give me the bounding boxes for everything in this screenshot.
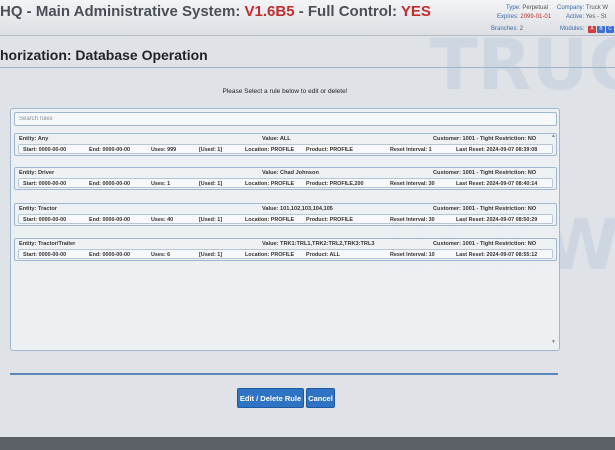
divider [10,373,558,375]
rule-location: Location: PROFILE [245,252,295,258]
bottom-strip [0,437,615,450]
rule-uses: Uses: 6 [151,252,171,258]
rule-start: Start: 0000-00-00 [23,147,67,153]
rule-start: Start: 0000-00-00 [23,252,67,258]
rule-reset: Reset Interval: 30 [390,217,435,223]
rule-end: End: 0000-00-00 [89,147,131,153]
scroll-up-icon[interactable]: ▲ [551,133,556,139]
rule-reset: Reset Interval: 10 [390,252,435,258]
module-badge: B [597,26,605,33]
instruction-text: Please Select a rule below to edit or de… [222,88,348,95]
rule-header: Entity: Tractor Value: 101,102,103,104,10… [15,206,556,214]
rule-used: [Used: 1] [199,181,223,187]
control-status: YES [400,3,431,20]
rule-customer: Customer: 1001 - Tight Restriction: NO [433,241,537,247]
rule-details: Start: 0000-00-00 End: 0000-00-00 Uses: 1 [… [18,178,553,188]
rule-details: Start: 0000-00-00 End: 0000-00-00 Uses: 40… [18,214,553,224]
rule-location: Location: PROFILE [245,217,295,223]
app-title: HQ - Main Administrative System: V1.6B5 … [0,3,431,20]
rule-location: Location: PROFILE [245,147,295,153]
rule-entity: Entity: Tractor [19,206,57,212]
module-badge: A [588,26,596,33]
rule-end: End: 0000-00-00 [89,217,131,223]
rule-customer: Customer: 1001 - Tight Restriction: NO [433,136,537,142]
rule-header: Entity: Tractor/Trailer Value: TRK1:TRL1,… [15,241,556,249]
module-badges: ABC [588,26,614,33]
rule-details: Start: 0000-00-00 End: 0000-00-00 Uses: 99… [18,144,553,154]
rule-product: Product: PROFILE [306,147,354,153]
scroll-down-icon[interactable]: ▼ [551,339,556,345]
rule-uses: Uses: 1 [151,181,171,187]
rule-customer: Customer: 1001 - Tight Restriction: NO [433,170,537,176]
app-header: HQ - Main Administrative System: V1.6B5 … [0,0,615,36]
active-status: Active: Yes - St [566,14,607,20]
rule-entity: Entity: Tractor/Trailer [19,241,76,247]
rule-last-reset: Last Reset: 2024-09-07 08:50:29 [456,217,538,223]
expires-date: Expires: 2099-01-01 [497,14,552,20]
rule-product: Product: PROFILE [306,217,354,223]
rule-value: Value: Chad Johnson [262,170,319,176]
search-input[interactable] [14,112,557,126]
version-label: V1.6B5 [244,3,295,20]
edit-delete-rule-button[interactable]: Edit / Delete Rule [237,388,304,408]
page-title-row: horization: Database Operation [0,40,615,68]
rule-entity: Entity: Driver [19,170,55,176]
rule-used: [Used: 1] [199,252,223,258]
module-badge: C [606,26,614,33]
page-title: horization: Database Operation [0,47,208,63]
rule-start: Start: 0000-00-00 [23,217,67,223]
rules-panel: Entity: Any Value: ALL Customer: 1001 - Ti… [10,108,560,351]
modules-label: Modules: [560,26,585,32]
rule-last-reset: Last Reset: 2024-09-07 08:55:12 [456,252,538,258]
rule-details: Start: 0000-00-00 End: 0000-00-00 Uses: 6 [… [18,249,553,259]
rule-end: End: 0000-00-00 [89,181,131,187]
rule-last-reset: Last Reset: 2024-09-07 08:40:14 [456,181,538,187]
rule-reset: Reset Interval: 30 [390,181,435,187]
rule-card[interactable]: Entity: Tractor/Trailer Value: TRK1:TRL1,… [14,238,557,261]
company-name: Company: Truck W [557,5,609,11]
rule-value: Value: 101,102,103,104,105 [262,206,333,212]
rule-reset: Reset Interval: 1 [390,147,432,153]
rule-product: Product: PROFILE,200 [306,181,364,187]
rule-uses: Uses: 40 [151,217,174,223]
rule-end: End: 0000-00-00 [89,252,131,258]
rule-card[interactable]: Entity: Driver Value: Chad Johnson Custome… [14,167,557,190]
rule-used: [Used: 1] [199,147,223,153]
rule-location: Location: PROFILE [245,181,295,187]
rule-card[interactable]: Entity: Any Value: ALL Customer: 1001 - Ti… [14,133,557,156]
rule-start: Start: 0000-00-00 [23,181,67,187]
rule-header: Entity: Any Value: ALL Customer: 1001 - Ti… [15,136,556,144]
rule-last-reset: Last Reset: 2024-09-07 08:39:08 [456,147,538,153]
license-type: Type: Perpetual [506,5,549,11]
branches-count: Branches: 2 [491,26,524,32]
rule-uses: Uses: 999 [151,147,177,153]
rule-value: Value: ALL [262,136,291,142]
rule-used: [Used: 1] [199,217,223,223]
rule-entity: Entity: Any [19,136,49,142]
rule-header: Entity: Driver Value: Chad Johnson Custome… [15,170,556,178]
rule-value: Value: TRK1:TRL1,TRK2:TRL2,TRK3:TRL3 [262,241,375,247]
cancel-button[interactable]: Cancel [306,388,335,408]
rule-product: Product: ALL [306,252,340,258]
rule-customer: Customer: 1001 - Tight Restriction: NO [433,206,537,212]
rule-card[interactable]: Entity: Tractor Value: 101,102,103,104,10… [14,203,557,226]
